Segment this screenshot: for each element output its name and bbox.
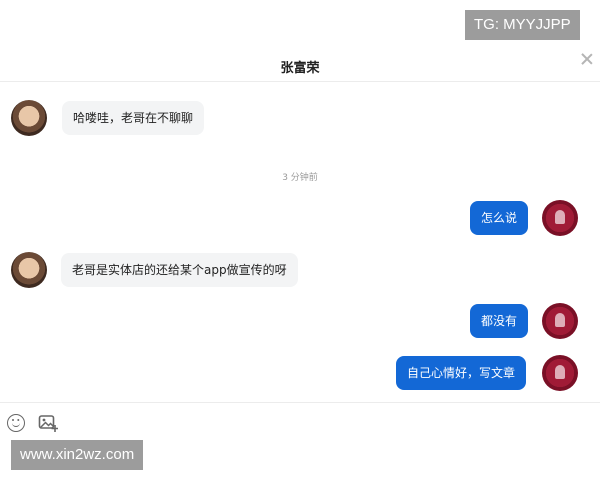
image-icon[interactable] [38,413,58,433]
close-icon[interactable] [580,52,594,66]
my-avatar[interactable] [542,200,578,236]
chat-title: 张富荣 [280,61,320,76]
message-bubble-received: 老哥是实体店的还给某个app做宣传的呀 [61,253,298,287]
emoji-icon[interactable] [7,414,25,432]
message-bubble-received: 哈喽哇，老哥在不聊聊 [62,101,205,135]
watermark-bottom: www.xin2wz.com [11,440,144,470]
time-divider: 3 分钟前 [282,173,318,183]
contact-avatar[interactable] [11,100,47,136]
my-avatar[interactable] [542,303,578,339]
watermark-top: TG: MYYJJPP [465,10,580,40]
message-bubble-sent: 怎么说 [470,201,529,235]
message-list: 哈喽哇，老哥在不聊聊 3 分钟前 怎么说 老哥是实体店的还给某个app做宣传的呀… [0,83,600,401]
message-bubble-sent: 自己心情好，写文章 [396,356,527,390]
my-avatar[interactable] [542,355,578,391]
message-bubble-sent: 都没有 [470,304,529,338]
contact-avatar[interactable] [11,252,47,288]
chat-window: 张富荣 哈喽哇，老哥在不聊聊 3 分钟前 怎么说 老哥是实体店的还给某个app做… [0,0,600,480]
chat-header: 张富荣 [0,48,600,82]
